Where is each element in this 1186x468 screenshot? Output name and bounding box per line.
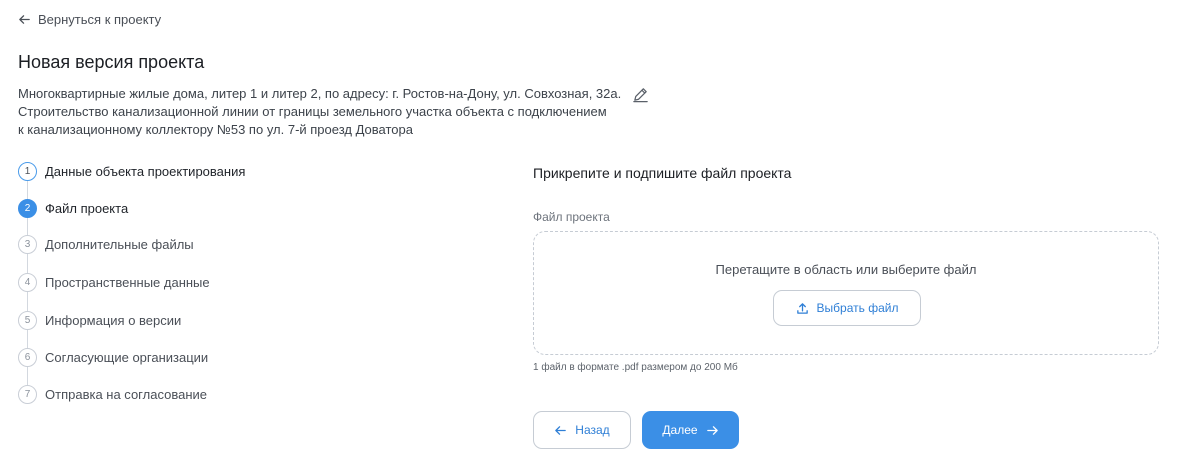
step-number-badge: 3 [18, 235, 37, 254]
step-connector-line [27, 330, 28, 348]
arrow-right-icon [706, 425, 718, 435]
arrow-left-icon [555, 425, 567, 435]
section-title: Прикрепите и подпишите файл проекта [533, 165, 792, 181]
file-format-hint: 1 файл в формате .pdf размером до 200 Мб [533, 362, 738, 373]
step-connector-line [27, 292, 28, 311]
arrow-left-icon [19, 15, 30, 24]
step-label: Согласующие организации [45, 350, 209, 365]
next-button-label: Далее [662, 423, 698, 437]
step-connector-line [27, 254, 28, 273]
next-button[interactable]: Далее [642, 411, 739, 449]
file-dropzone[interactable]: Перетащите в область или выберите файл В… [533, 231, 1159, 355]
step-item-1[interactable]: 1 Данные объекта проектирования [18, 162, 318, 181]
step-label: Отправка на согласование [45, 387, 207, 402]
step-label: Информация о версии [45, 313, 182, 328]
back-button-label: Назад [575, 423, 610, 437]
back-button[interactable]: Назад [533, 411, 631, 449]
step-label: Пространственные данные [45, 275, 210, 290]
dropzone-text: Перетащите в область или выберите файл [715, 262, 977, 277]
upload-icon [796, 302, 808, 314]
back-to-project-link[interactable]: Вернуться к проекту [18, 12, 161, 27]
choose-file-label: Выбрать файл [816, 301, 899, 315]
step-number-badge: 5 [18, 311, 37, 330]
step-label: Файл проекта [45, 201, 129, 216]
page-title: Новая версия проекта [18, 52, 205, 72]
step-number-badge: 1 [18, 162, 37, 181]
step-item-7[interactable]: 7 Отправка на согласование [18, 385, 318, 404]
pencil-edit-icon[interactable] [632, 86, 649, 103]
step-item-6[interactable]: 6 Согласующие организации [18, 348, 318, 367]
project-description: Многоквартирные жилые дома, литер 1 и ли… [18, 86, 622, 137]
file-field-label: Файл проекта [533, 210, 610, 224]
step-label: Дополнительные файлы [45, 237, 194, 252]
step-connector-line [27, 218, 28, 235]
step-label: Данные объекта проектирования [45, 164, 246, 179]
step-item-3[interactable]: 3 Дополнительные файлы [18, 235, 318, 254]
step-item-4[interactable]: 4 Пространственные данные [18, 273, 318, 292]
step-number-badge: 2 [18, 199, 37, 218]
step-connector-line [27, 181, 28, 199]
step-number-badge: 7 [18, 385, 37, 404]
step-number-badge: 6 [18, 348, 37, 367]
back-link-label: Вернуться к проекту [38, 12, 162, 27]
step-item-5[interactable]: 5 Информация о версии [18, 311, 318, 330]
choose-file-button[interactable]: Выбрать файл [773, 290, 921, 326]
step-item-2[interactable]: 2 Файл проекта [18, 199, 318, 218]
step-number-badge: 4 [18, 273, 37, 292]
step-connector-line [27, 367, 28, 385]
